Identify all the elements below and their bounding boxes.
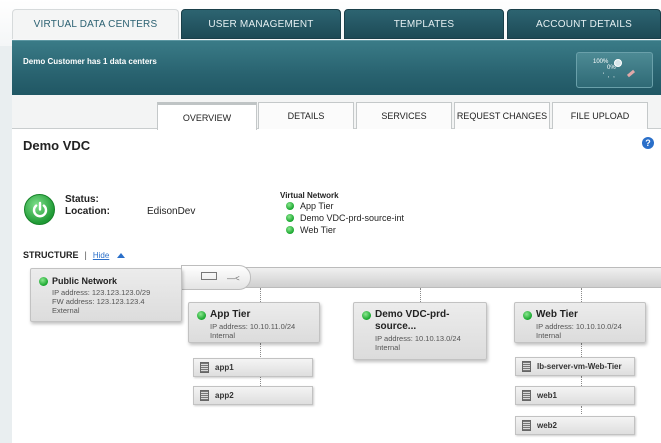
connector-line bbox=[581, 343, 582, 357]
tab-services[interactable]: SERVICES bbox=[356, 102, 452, 129]
banner-text: Demo Customer has 1 data centers bbox=[23, 57, 157, 66]
node-name: Demo VDC-prd- bbox=[375, 309, 450, 320]
tab-account-details[interactable]: ACCOUNT DETAILS bbox=[507, 9, 661, 39]
status-dot-icon bbox=[523, 311, 532, 320]
node-ip: IP address: 10.10.11.0/24 bbox=[210, 322, 296, 331]
vm-item[interactable]: web1 bbox=[515, 386, 635, 405]
server-icon bbox=[200, 390, 209, 401]
node-fw: FW address: 123.123.123.4 bbox=[52, 297, 145, 306]
virtual-network-title: Virtual Network bbox=[280, 191, 339, 200]
page-margin bbox=[0, 380, 12, 443]
connector-line bbox=[581, 406, 582, 414]
connector-line bbox=[420, 288, 421, 302]
node-type: Internal bbox=[375, 343, 401, 352]
tab-request-changes[interactable]: REQUEST CHANGES bbox=[454, 102, 550, 129]
server-icon bbox=[200, 362, 209, 373]
status-label: Status: bbox=[65, 194, 99, 205]
node-name: Public Network bbox=[52, 276, 118, 286]
network-bus bbox=[181, 267, 661, 288]
server-icon bbox=[522, 390, 531, 401]
structure-header: STRUCTURE | Hide bbox=[23, 250, 126, 260]
virtual-network-label: Web Tier bbox=[300, 225, 336, 235]
vm-name: web2 bbox=[537, 421, 558, 430]
hide-structure-link[interactable]: Hide bbox=[93, 251, 109, 260]
vm-name: lb-server-vm-Web-Tier bbox=[537, 362, 622, 371]
connector-icon: —< bbox=[227, 274, 240, 283]
location-value: EdisonDev bbox=[147, 206, 196, 217]
connector-line bbox=[581, 288, 582, 302]
tab-file-upload[interactable]: FILE UPLOAD bbox=[552, 102, 648, 129]
tab-virtual-data-centers[interactable]: VIRTUAL DATA CENTERS bbox=[12, 9, 179, 39]
gauge-knob-icon[interactable] bbox=[614, 59, 622, 67]
virtual-network-label: Demo VDC-prd-source-int bbox=[300, 213, 405, 223]
page-title: Demo VDC bbox=[23, 138, 91, 153]
virtual-network-item: Web Tier bbox=[286, 225, 336, 235]
virtual-network-item: App Tier bbox=[286, 201, 334, 211]
status-dot-icon bbox=[286, 202, 294, 210]
switch-icon bbox=[201, 272, 217, 280]
gauge-labels: 100% 0% bbox=[593, 59, 652, 71]
vm-name: web1 bbox=[537, 391, 558, 400]
server-icon bbox=[522, 361, 531, 372]
usage-gauge[interactable]: 100% 0% ' , , bbox=[576, 52, 653, 88]
virtual-network-label: App Tier bbox=[300, 201, 334, 211]
status-dot-icon bbox=[286, 214, 294, 222]
sub-tab-bar: OVERVIEW DETAILS SERVICES REQUEST CHANGE… bbox=[12, 95, 661, 130]
node-ip: IP address: 10.10.13.0/24 bbox=[375, 334, 461, 343]
public-network-node[interactable]: Public Network IP address: 123.123.123.0… bbox=[30, 268, 182, 322]
app-tier-node[interactable]: App Tier IP address: 10.10.11.0/24 Inter… bbox=[188, 302, 320, 343]
vdc-panel: OVERVIEW DETAILS SERVICES REQUEST CHANGE… bbox=[12, 95, 661, 443]
gauge-ticks-icon: ' , , bbox=[603, 73, 616, 79]
vm-item[interactable]: lb-server-vm-Web-Tier bbox=[515, 357, 635, 376]
power-status-icon bbox=[24, 194, 55, 225]
node-name: App Tier bbox=[210, 309, 251, 320]
tab-details[interactable]: DETAILS bbox=[258, 102, 354, 129]
location-label: Location: bbox=[65, 206, 110, 217]
collapse-caret-icon[interactable] bbox=[117, 252, 126, 258]
customer-banner: Demo Customer has 1 data centers 100% 0%… bbox=[12, 40, 661, 100]
status-dot-icon bbox=[362, 311, 371, 320]
node-ip: IP address: 123.123.123.0/29 bbox=[52, 288, 151, 297]
node-name-continued: source... bbox=[375, 321, 417, 332]
tab-overview[interactable]: OVERVIEW bbox=[157, 102, 257, 130]
node-type: External bbox=[52, 306, 80, 315]
status-dot-icon bbox=[286, 226, 294, 234]
vm-item[interactable]: web2 bbox=[515, 416, 635, 435]
prd-source-tier-node[interactable]: Demo VDC-prd- source... IP address: 10.1… bbox=[353, 302, 487, 360]
status-dot-icon bbox=[197, 311, 206, 320]
node-name: Web Tier bbox=[536, 309, 578, 320]
tab-user-management[interactable]: USER MANAGEMENT bbox=[181, 9, 341, 39]
connector-line bbox=[581, 376, 582, 386]
web-tier-node[interactable]: Web Tier IP address: 10.10.10.0/24 Inter… bbox=[514, 302, 646, 343]
node-type: Internal bbox=[536, 331, 562, 340]
help-icon[interactable]: ? bbox=[642, 137, 654, 149]
connector-line bbox=[260, 288, 261, 302]
status-dot-icon bbox=[39, 277, 48, 286]
vm-item[interactable]: app1 bbox=[193, 358, 313, 377]
tab-templates[interactable]: TEMPLATES bbox=[344, 9, 504, 39]
server-icon bbox=[522, 420, 531, 431]
virtual-network-item: Demo VDC-prd-source-int bbox=[286, 213, 404, 223]
node-type: Internal bbox=[210, 331, 236, 340]
vm-name: app1 bbox=[215, 363, 234, 372]
structure-title: STRUCTURE bbox=[23, 250, 79, 260]
vm-item[interactable]: app2 bbox=[193, 386, 313, 405]
vm-name: app2 bbox=[215, 391, 234, 400]
node-ip: IP address: 10.10.10.0/24 bbox=[536, 322, 622, 331]
structure-separator: | bbox=[84, 250, 87, 260]
